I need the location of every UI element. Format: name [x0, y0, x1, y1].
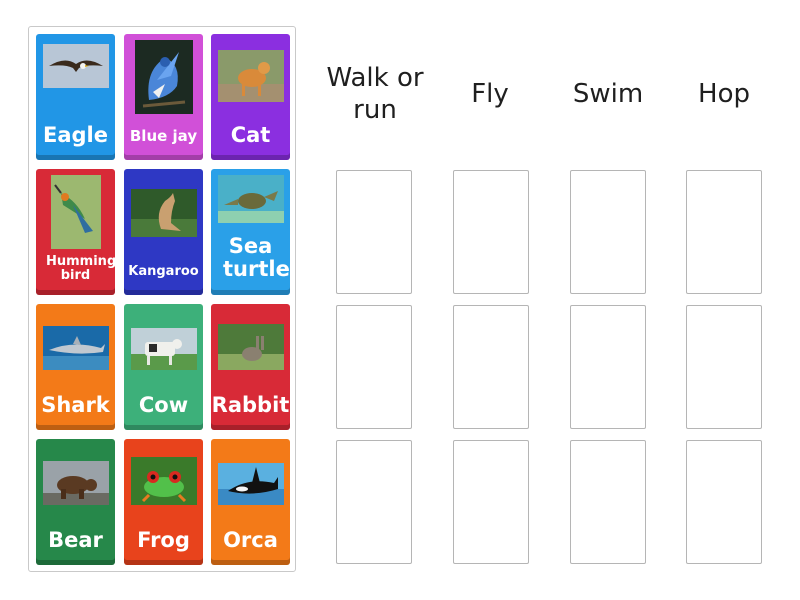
- drop-slot-walk-or-run[interactable]: [336, 440, 412, 564]
- drop-slot-fly[interactable]: [453, 170, 529, 294]
- card-orca[interactable]: Orca: [211, 439, 290, 565]
- card-label: Humming bird: [46, 254, 115, 284]
- card-cow[interactable]: Cow: [124, 304, 203, 430]
- card-label: Rabbit: [211, 393, 290, 417]
- card-label: Kangaroo: [128, 264, 199, 279]
- drop-slot-hop[interactable]: [686, 440, 762, 564]
- eagle-photo: [42, 44, 109, 88]
- shark-photo: [42, 326, 109, 370]
- drop-slot-hop[interactable]: [686, 170, 762, 294]
- card-rabbit[interactable]: Rabbit: [211, 304, 290, 430]
- kangaroo-photo: [130, 189, 197, 237]
- card-label: Blue jay: [129, 127, 198, 145]
- card-cat[interactable]: Cat: [211, 34, 290, 160]
- drop-slot-swim[interactable]: [570, 440, 646, 564]
- card-label: Cow: [138, 393, 189, 417]
- category-header-hop: Hop: [698, 79, 750, 109]
- card-eagle[interactable]: Eagle: [36, 34, 115, 160]
- card-bear[interactable]: Bear: [36, 439, 115, 565]
- drop-slot-swim[interactable]: [570, 305, 646, 429]
- frog-photo: [130, 457, 197, 505]
- drop-slot-swim[interactable]: [570, 170, 646, 294]
- card-humming-bird[interactable]: Humming bird: [36, 169, 115, 295]
- card-label: Shark: [41, 393, 110, 417]
- card-label: Orca: [223, 528, 278, 552]
- card-label: Eagle: [43, 123, 108, 147]
- card-shark[interactable]: Shark: [36, 304, 115, 430]
- card-label: Cat: [230, 123, 271, 147]
- blue-jay-photo: [134, 40, 193, 114]
- sea-turtle-photo: [217, 175, 284, 223]
- drop-slot-walk-or-run[interactable]: [336, 170, 412, 294]
- card-sea-turtle[interactable]: Sea turtle: [211, 169, 290, 295]
- drop-slot-fly[interactable]: [453, 440, 529, 564]
- drop-slot-fly[interactable]: [453, 305, 529, 429]
- cat-photo: [217, 50, 284, 102]
- card-kangaroo[interactable]: Kangaroo: [124, 169, 203, 295]
- orca-photo: [217, 463, 284, 505]
- category-header-fly: Fly: [471, 79, 509, 109]
- rabbit-photo: [217, 324, 284, 370]
- card-blue-jay[interactable]: Blue jay: [124, 34, 203, 160]
- category-header-walk-or-run: Walk or run: [326, 63, 424, 125]
- card-frog[interactable]: Frog: [124, 439, 203, 565]
- card-label: Bear: [48, 528, 103, 552]
- bear-photo: [42, 461, 109, 505]
- category-header-swim: Swim: [572, 79, 644, 109]
- cow-photo: [130, 328, 197, 370]
- drop-slot-walk-or-run[interactable]: [336, 305, 412, 429]
- drop-slot-hop[interactable]: [686, 305, 762, 429]
- card-label: Sea turtle: [223, 234, 290, 281]
- hummingbird-photo: [50, 175, 101, 249]
- card-label: Frog: [137, 528, 190, 552]
